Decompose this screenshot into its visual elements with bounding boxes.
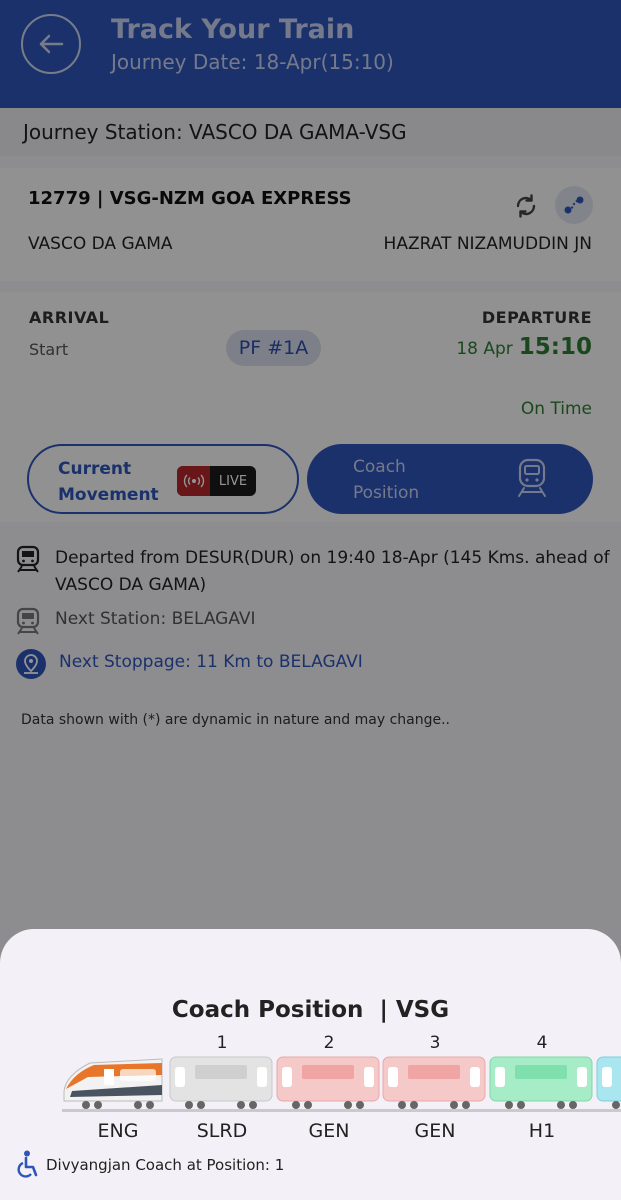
coach-position-3: 3 xyxy=(429,1033,441,1053)
sheet-title-text: Coach Position xyxy=(171,997,364,1023)
sheet-title: Coach Position | VSG xyxy=(0,997,621,1023)
coach-label-1: SLRD xyxy=(196,1120,248,1142)
coach-position-4: 4 xyxy=(536,1033,548,1053)
coach-gen-shape[interactable] xyxy=(382,1055,486,1113)
coach-h1-shape[interactable] xyxy=(489,1055,593,1113)
coach-label-3: GEN xyxy=(414,1120,456,1142)
coach-partial-shape[interactable] xyxy=(596,1055,621,1113)
wheelchair-icon xyxy=(17,1150,38,1178)
sheet-station: | VSG xyxy=(379,997,450,1023)
coach-position-2: 2 xyxy=(323,1033,335,1053)
coach-label-2: GEN xyxy=(308,1120,350,1142)
coach-gen-shape[interactable] xyxy=(276,1055,380,1113)
coach-label-eng: ENG xyxy=(97,1120,139,1142)
coach-position-1: 1 xyxy=(216,1033,228,1053)
divyangjan-text: Divyangjan Coach at Position: 1 xyxy=(46,1156,285,1174)
coach-slrd-shape[interactable] xyxy=(169,1055,273,1113)
coach-position-sheet: Coach Position | VSG ENG 1 SLRD 2 GEN 3 xyxy=(0,929,621,1200)
coach-eng-shape xyxy=(63,1058,163,1109)
coach-label-4: H1 xyxy=(528,1120,556,1142)
divyangjan-info: Divyangjan Coach at Position: 1 xyxy=(16,1150,284,1180)
